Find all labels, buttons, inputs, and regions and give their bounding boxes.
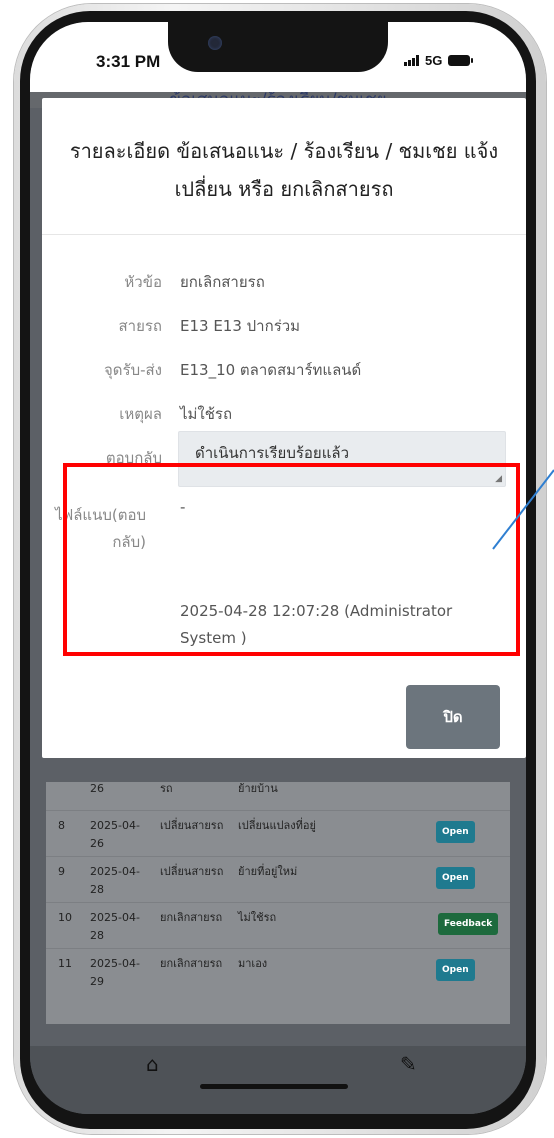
annotation-line — [492, 469, 554, 550]
